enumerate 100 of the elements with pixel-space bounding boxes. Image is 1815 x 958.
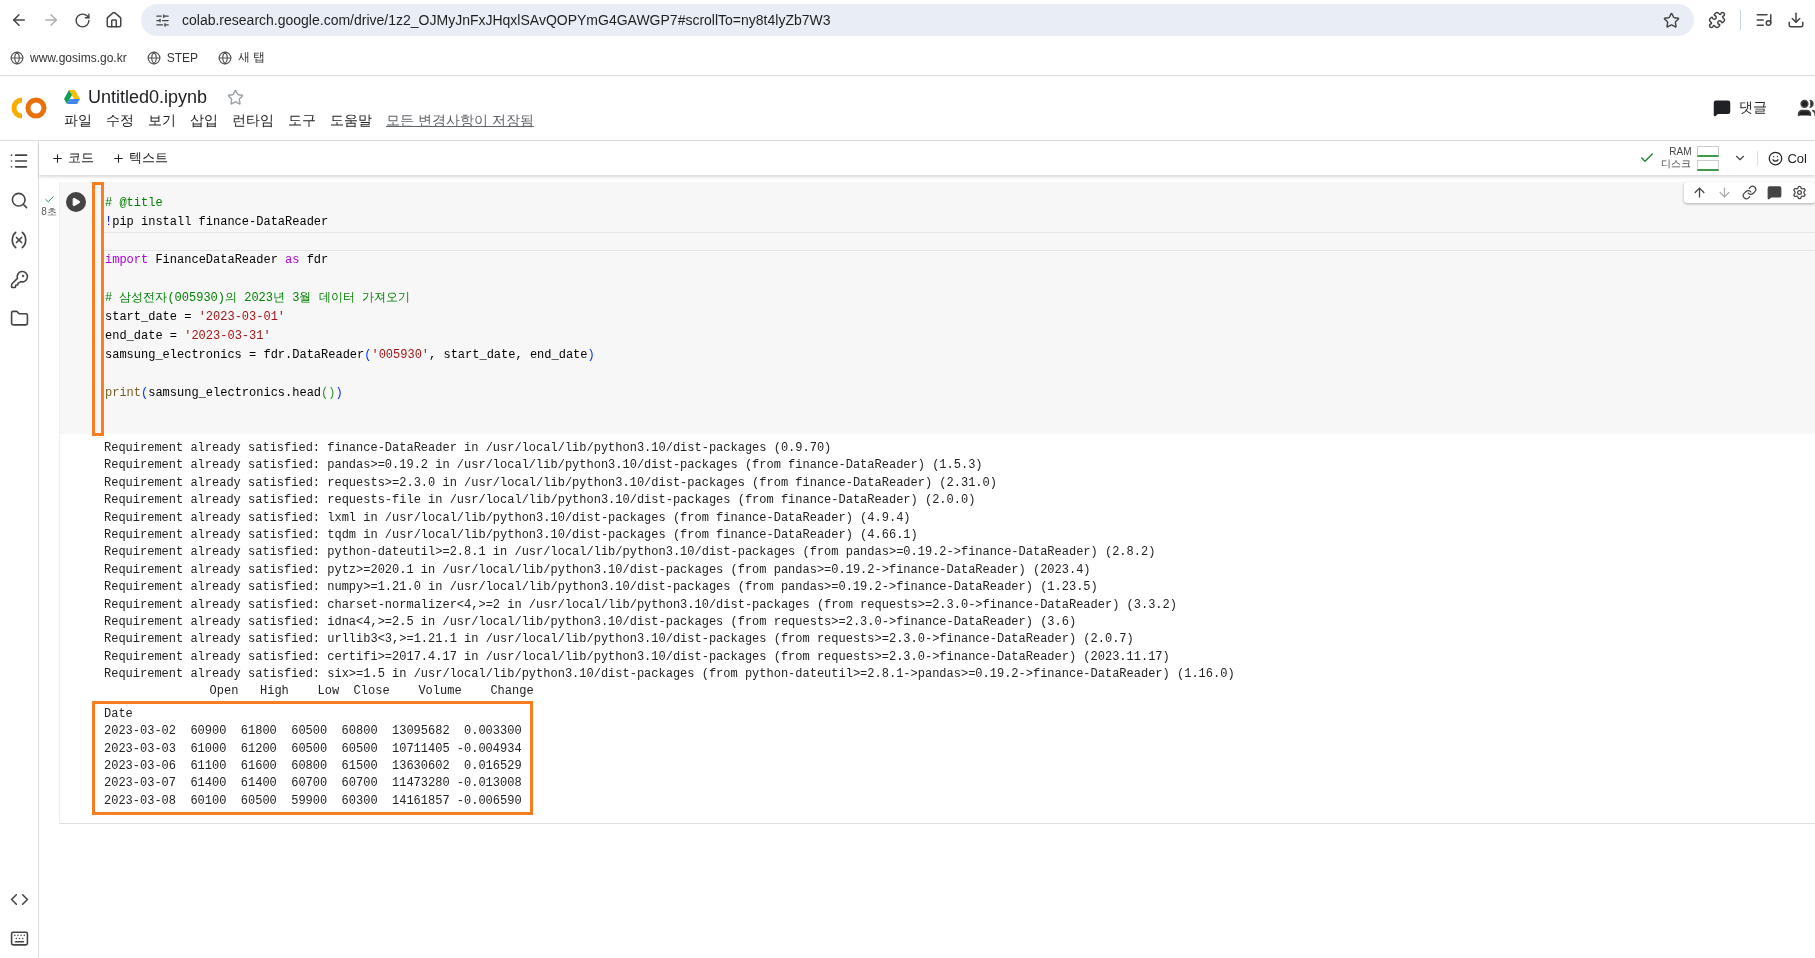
comment-icon [1713, 99, 1731, 117]
table-cell: 2023-03-02 [104, 723, 176, 741]
comment-icon[interactable] [1767, 185, 1782, 200]
search-icon[interactable] [9, 191, 29, 210]
save-status-link[interactable]: 모든 변경사항이 저장됨 [386, 111, 534, 130]
reload-icon[interactable] [74, 11, 91, 29]
table-cell-text: 61600 [239, 758, 277, 776]
menu-item[interactable]: 도움말 [330, 111, 372, 130]
table-cell-text: -0.006590 [455, 792, 522, 810]
star-icon[interactable] [227, 88, 245, 106]
table-cell-text: 60700 [340, 775, 378, 793]
keyboard-icon[interactable] [9, 929, 29, 948]
plus-icon [51, 151, 64, 165]
menu-item[interactable]: 수정 [106, 111, 134, 130]
table-cell-text: -0.013008 [455, 775, 522, 793]
menu-item[interactable]: 파일 [64, 111, 92, 130]
run-button[interactable] [66, 192, 86, 212]
queue-icon[interactable] [1755, 11, 1773, 29]
output-line: Requirement already satisfied: finance-DataReader in /usr/local/lib/python3.10/dist-packages (0.9.70) [104, 440, 833, 457]
address-bar[interactable]: colab.research.google.com/drive/1z2_OJMyJnFxJHqxlSAvQOPYmG4GAWGP7#scrollTo=ny8t4lyZb7W3 [141, 4, 1694, 36]
table-cell-text: 60900 [189, 723, 227, 741]
key-icon[interactable] [9, 270, 29, 289]
table-cell-text: 10711405 [391, 740, 450, 758]
resource-label: RAM [1669, 146, 1692, 158]
settings-icon[interactable] [1792, 185, 1807, 200]
resource-meter-icon [1697, 145, 1720, 171]
table-cell-text: 61800 [239, 723, 277, 741]
table-cell-text: 60500 [340, 740, 378, 758]
output-line: Requirement already satisfied: pytz>=2020.1 in /usr/local/lib/python3.10/dist-packages (from pandas>=0.19.2->finance-DataReader) (2023.4) [104, 561, 1092, 579]
bookmark-link[interactable]: www.gosims.go.kr [10, 50, 127, 65]
comments-button[interactable]: 댓글 [1707, 95, 1773, 121]
column-header: Close [352, 683, 390, 701]
table-cell-text: 11473280 [391, 775, 450, 793]
home-icon[interactable] [105, 11, 123, 29]
add-cell-button[interactable]: 코드 [47, 147, 98, 169]
globe-icon [218, 50, 233, 65]
drive-icon [64, 90, 80, 104]
plus-icon [112, 151, 125, 165]
output-line: Requirement already satisfied: idna<4,>=2.5 in /usr/local/lib/python3.10/dist-packages (from requests>=2.3.0->finance-DataReader) (3.6) [104, 613, 1078, 631]
notebook-title[interactable]: Untitled0.ipynb [88, 86, 208, 108]
table-cell-text: 61100 [189, 758, 227, 776]
variables-icon[interactable] [9, 230, 29, 250]
globe-icon [10, 50, 24, 65]
menu-item[interactable]: 도구 [288, 111, 316, 130]
table-cell-text: 0.016529 [463, 758, 522, 776]
table-cell: 2023-03-06 [104, 758, 176, 776]
share-people-icon[interactable] [1797, 98, 1815, 118]
table-cell-text: 60800 [340, 723, 378, 741]
table-cell-text: 13095682 [391, 723, 450, 741]
code-line: print(samsung_electronics.head()) [104, 385, 344, 402]
bookmark-link[interactable]: STEP [146, 50, 199, 65]
table-of-contents-icon[interactable] [9, 151, 29, 171]
link-icon[interactable] [1742, 185, 1757, 200]
code-line: # 삼성전자(005930)의 2023년 3월 데이터 가져오기 [104, 290, 411, 307]
output-line: Requirement already satisfied: charset-normalizer<4,>=2 in /usr/local/lib/python3.10/dist-packages (from requests>=2.3.0->finance-DataReader) (3.3.2) [104, 596, 1178, 614]
code-line: start_date = '2023-03-01' [104, 309, 287, 326]
menu-item[interactable]: 보기 [148, 111, 176, 130]
output-line: Requirement already satisfied: certifi>=2017.4.17 in /usr/local/lib/python3.10/dist-packages (from requests>=2.3.0->finance-DataReader) (2023.11.17) [104, 648, 1171, 666]
resource-label: 디스크 [1661, 158, 1692, 170]
column-header: Change [489, 683, 534, 701]
code-line: import FinanceDataReader as fdr [104, 252, 330, 269]
table-cell-text: 61200 [239, 740, 277, 758]
code-line: !pip install finance-DataReader [104, 214, 330, 231]
bookmark-link[interactable]: 새 탭 [218, 49, 266, 66]
menu-item[interactable]: 삽입 [190, 111, 218, 130]
table-cell-text: 59900 [290, 792, 328, 810]
table-cell-text: 2023-03-03 [104, 740, 176, 758]
table-cell-text: 60100 [189, 792, 227, 810]
output-line: Requirement already satisfied: urllib3<3,>=1.21.1 in /usr/local/lib/python3.10/dist-packages (from requests>=2.3.0->finance-DataReader) (2.0.7) [104, 631, 1135, 649]
play-icon [71, 197, 81, 207]
add-cell-button[interactable]: 텍스트 [108, 147, 172, 169]
table-cell-text: 61400 [239, 775, 277, 793]
output-line: Requirement already satisfied: tqdm in /usr/local/lib/python3.10/dist-packages (from finance-DataReader) (4.66.1) [104, 526, 919, 544]
table-cell: 2023-03-07 [104, 775, 176, 793]
back-icon[interactable] [10, 11, 28, 29]
bookmark-star-icon[interactable] [1663, 11, 1680, 29]
download-icon[interactable] [1787, 11, 1805, 29]
column-header: Open [208, 683, 239, 701]
table-cell-text: 60700 [290, 775, 328, 793]
code-line: end_date = '2023-03-31' [104, 328, 272, 345]
table-cell-text: 0.003300 [463, 723, 522, 741]
menu-item[interactable]: 런타임 [232, 111, 274, 130]
extensions-icon[interactable] [1708, 11, 1726, 29]
output-line: Requirement already satisfied: pandas>=0.19.2 in /usr/local/lib/python3.10/dist-packages (from finance-DataReader) (1.5.3) [104, 457, 984, 475]
colab-ai-button[interactable]: Col [1757, 150, 1807, 166]
table-cell-text: 61400 [189, 775, 227, 793]
site-settings-icon[interactable] [155, 12, 170, 28]
output-line: Requirement already satisfied: six>=1.5 in /usr/local/lib/python3.10/dist-packages (from python-dateutil>=2.8.1->pandas>=0.19.2->finance-DataReader) (1.16.0) [104, 666, 1236, 684]
table-cell-text: 60500 [290, 723, 328, 741]
index-header: Date [104, 705, 134, 723]
table-cell-text: 61500 [340, 758, 378, 776]
folder-icon[interactable] [9, 309, 29, 328]
move-up-icon[interactable] [1692, 185, 1707, 200]
table-cell-text: 60300 [340, 792, 378, 810]
table-cell-text: 60800 [290, 758, 328, 776]
table-cell-text: 2023-03-08 [104, 792, 176, 810]
table-cell-text: 60500 [290, 740, 328, 758]
code-line: samsung_electronics = fdr.DataReader('005930', start_date, end_date) [104, 347, 596, 364]
output-line: Requirement already satisfied: numpy>=1.21.0 in /usr/local/lib/python3.10/dist-packages (from pandas>=0.19.2->finance-DataReader) (1.23.5) [104, 579, 1099, 597]
run-time: 8초 [41, 205, 57, 219]
